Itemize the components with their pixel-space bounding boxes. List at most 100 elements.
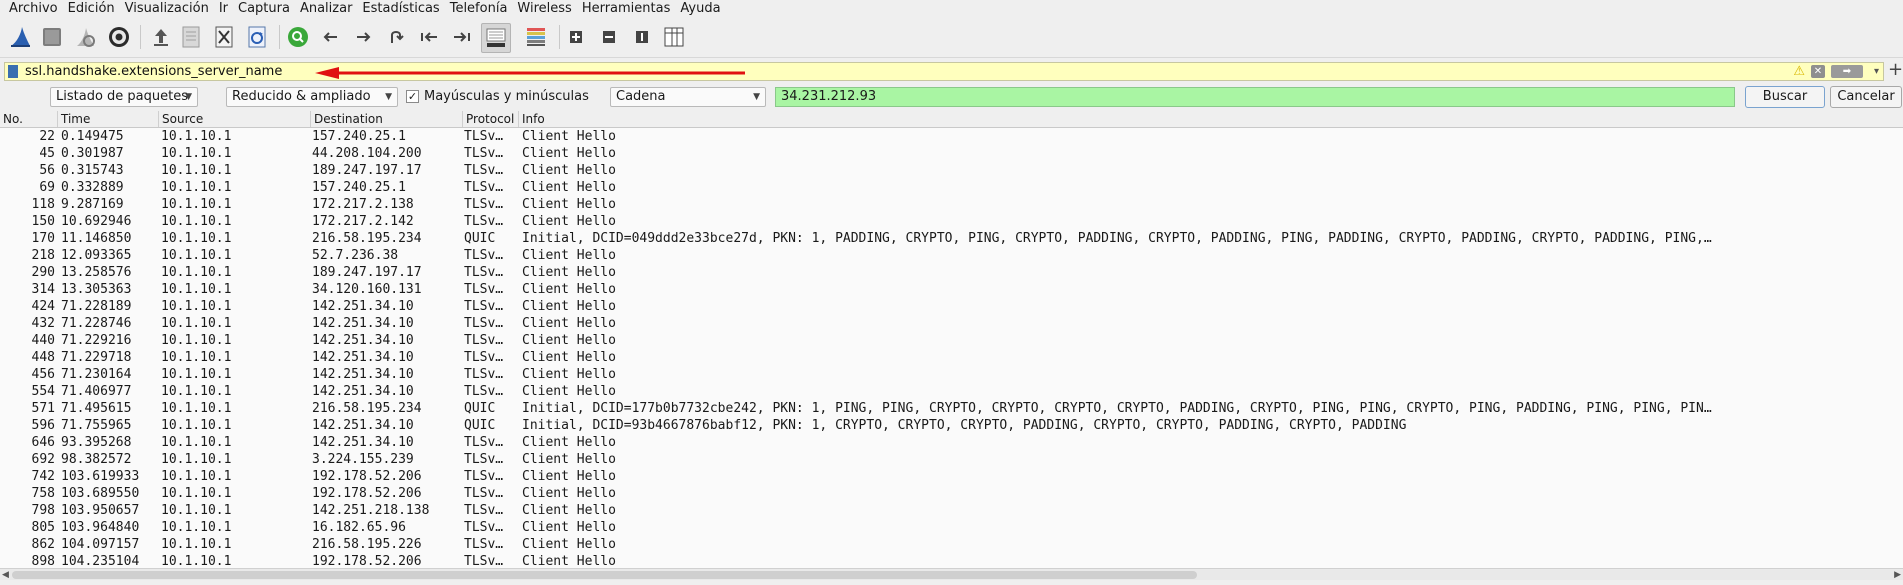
column-header-time[interactable]: Time (58, 111, 159, 127)
search-input[interactable]: 34.231.212.93 (775, 87, 1735, 107)
cell-destination: 189.247.197.17 (312, 163, 422, 178)
table-row[interactable]: 448 71.229718 10.1.10.1 142.251.34.10 TLSv… C… (0, 349, 1903, 366)
menu-wireless[interactable]: Wireless (512, 0, 576, 17)
close-file-icon[interactable] (210, 23, 238, 51)
table-row[interactable]: 798 103.950657 10.1.10.1 142.251.218.138 TLS… (0, 502, 1903, 519)
table-row[interactable]: 805 103.964840 10.1.10.1 16.182.65.96 TLSv… C… (0, 519, 1903, 536)
table-row[interactable]: 571 71.495615 10.1.10.1 216.58.195.234 QUIC I… (0, 400, 1903, 417)
table-row[interactable]: 742 103.619933 10.1.10.1 192.178.52.206 TLSv… (0, 468, 1903, 485)
bookmark-icon[interactable] (8, 65, 18, 78)
cell-time: 71.228189 (61, 299, 132, 314)
menu-edicion[interactable]: Edición (63, 0, 120, 17)
menu-ir[interactable]: Ir (214, 0, 233, 17)
cell-protocol: TLSv… (464, 282, 504, 297)
column-header-destination[interactable]: Destination (311, 111, 463, 127)
table-row[interactable]: 170 11.146850 10.1.10.1 216.58.195.234 QUIC I… (0, 230, 1903, 247)
save-file-icon[interactable] (177, 23, 205, 51)
find-packet-icon[interactable] (284, 23, 312, 51)
zoom-in-icon[interactable] (562, 23, 590, 51)
cancel-button[interactable]: Cancelar (1830, 86, 1902, 108)
table-row[interactable]: 45 0.301987 10.1.10.1 44.208.104.200 TLSv… Cl… (0, 145, 1903, 162)
menu-herramientas[interactable]: Herramientas (577, 0, 676, 17)
cell-destination: 142.251.34.10 (312, 299, 414, 314)
table-row[interactable]: 554 71.406977 10.1.10.1 142.251.34.10 TLSv… C… (0, 383, 1903, 400)
go-back-icon[interactable] (317, 23, 345, 51)
case-sensitive-checkbox[interactable]: ✓ (406, 90, 419, 103)
open-file-icon[interactable] (147, 23, 175, 51)
display-filter-input[interactable]: ssl.handshake.extensions_server_name (25, 63, 282, 80)
table-row[interactable]: 758 103.689550 10.1.10.1 192.178.52.206 TLSv… (0, 485, 1903, 502)
scrollbar-thumb[interactable] (12, 571, 1197, 579)
column-header-info[interactable]: Info (519, 111, 1903, 127)
zoom-out-icon[interactable] (595, 23, 623, 51)
table-row[interactable]: 118 9.287169 10.1.10.1 172.217.2.138 TLSv… Cl… (0, 196, 1903, 213)
autoscroll-icon[interactable] (481, 23, 511, 53)
shark-fin-icon[interactable] (6, 23, 34, 51)
table-row[interactable]: 314 13.305363 10.1.10.1 34.120.160.131 TLSv…… (0, 281, 1903, 298)
cell-source: 10.1.10.1 (161, 265, 232, 280)
search-scope-select[interactable]: Listado de paquetes ▼ (50, 87, 198, 107)
table-row[interactable]: 22 0.149475 10.1.10.1 157.240.25.1 TLSv… Clie… (0, 128, 1903, 145)
add-filter-button-icon[interactable]: + (1888, 59, 1903, 81)
reload-file-icon[interactable] (243, 23, 271, 51)
table-row[interactable]: 56 0.315743 10.1.10.1 189.247.197.17 TLSv… Cl… (0, 162, 1903, 179)
stop-capture-icon[interactable] (38, 23, 66, 51)
capture-options-icon[interactable] (105, 23, 133, 51)
cell-info: Client Hello (522, 554, 616, 569)
table-row[interactable]: 456 71.230164 10.1.10.1 142.251.34.10 TLSv… C… (0, 366, 1903, 383)
filter-history-dropdown-icon[interactable]: ▾ (1874, 63, 1879, 80)
cell-info: Initial, DCID=177b0b7732cbe242, PKN: 1, … (522, 401, 1712, 416)
cell-destination: 216.58.195.234 (312, 231, 422, 246)
menu-visualizacion[interactable]: Visualización (120, 0, 214, 17)
resize-columns-icon[interactable] (660, 23, 688, 51)
cell-protocol: TLSv… (464, 486, 504, 501)
restart-capture-icon[interactable] (71, 23, 99, 51)
apply-filter-icon[interactable]: ➡ (1831, 65, 1863, 78)
column-header-source[interactable]: Source (159, 111, 311, 127)
cell-source: 10.1.10.1 (161, 503, 232, 518)
table-row[interactable]: 862 104.097157 10.1.10.1 216.58.195.226 TLSv… (0, 536, 1903, 553)
cell-source: 10.1.10.1 (161, 231, 232, 246)
table-row[interactable]: 596 71.755965 10.1.10.1 142.251.34.10 QUIC In… (0, 417, 1903, 434)
menu-telefonia[interactable]: Telefonía (445, 0, 513, 17)
cell-no: 69 (39, 180, 55, 195)
table-row[interactable]: 440 71.229216 10.1.10.1 142.251.34.10 TLSv… C… (0, 332, 1903, 349)
packet-list[interactable]: No. Time Source Destination Protocol Inf… (0, 111, 1903, 569)
first-packet-icon[interactable] (415, 23, 443, 51)
menu-estadisticas[interactable]: Estadísticas (357, 0, 444, 17)
cell-destination: 142.251.34.10 (312, 367, 414, 382)
go-to-packet-icon[interactable] (382, 23, 410, 51)
table-row[interactable]: 218 12.093365 10.1.10.1 52.7.236.38 TLSv… Cli… (0, 247, 1903, 264)
menu-archivo[interactable]: Archivo (0, 0, 63, 17)
cell-no: 456 (31, 367, 55, 382)
table-row[interactable]: 290 13.258576 10.1.10.1 189.247.197.17 TLSv…… (0, 264, 1903, 281)
cell-info: Client Hello (522, 435, 616, 450)
char-width-select[interactable]: Reducido & ampliado ▼ (226, 87, 398, 107)
cell-destination: 142.251.34.10 (312, 384, 414, 399)
table-row[interactable]: 69 0.332889 10.1.10.1 157.240.25.1 TLSv… Clie… (0, 179, 1903, 196)
column-header-protocol[interactable]: Protocol (463, 111, 519, 127)
go-forward-icon[interactable] (349, 23, 377, 51)
table-row[interactable]: 646 93.395268 10.1.10.1 142.251.34.10 TLSv… C… (0, 434, 1903, 451)
table-row[interactable]: 692 98.382572 10.1.10.1 3.224.155.239 TLSv… C… (0, 451, 1903, 468)
table-row[interactable]: 424 71.228189 10.1.10.1 142.251.34.10 TLSv… C… (0, 298, 1903, 315)
table-row[interactable]: 898 104.235104 10.1.10.1 192.178.52.206 TLSv… (0, 553, 1903, 569)
clear-filter-icon[interactable]: ✕ (1811, 65, 1825, 78)
menu-captura[interactable]: Captura (233, 0, 295, 17)
table-row[interactable]: 432 71.228746 10.1.10.1 142.251.34.10 TLSv… C… (0, 315, 1903, 332)
find-button[interactable]: Buscar (1745, 86, 1825, 108)
cell-info: Client Hello (522, 537, 616, 552)
find-packet-bar: Listado de paquetes ▼ Reducido & ampliad… (0, 85, 1903, 110)
column-header-no[interactable]: No. (0, 111, 58, 127)
normal-size-icon[interactable] (628, 23, 656, 51)
search-type-select[interactable]: Cadena ▼ (610, 87, 766, 107)
cell-no: 314 (31, 282, 55, 297)
chevron-down-icon: ▼ (385, 92, 392, 102)
cell-destination: 142.251.34.10 (312, 418, 414, 433)
table-row[interactable]: 150 10.692946 10.1.10.1 172.217.2.142 TLSv… C… (0, 213, 1903, 230)
display-filter-bar[interactable]: ssl.handshake.extensions_server_name ⚠ ✕… (4, 62, 1884, 81)
menu-ayuda[interactable]: Ayuda (675, 0, 725, 17)
last-packet-icon[interactable] (448, 23, 476, 51)
menu-analizar[interactable]: Analizar (295, 0, 357, 17)
colorize-icon[interactable] (522, 23, 550, 51)
